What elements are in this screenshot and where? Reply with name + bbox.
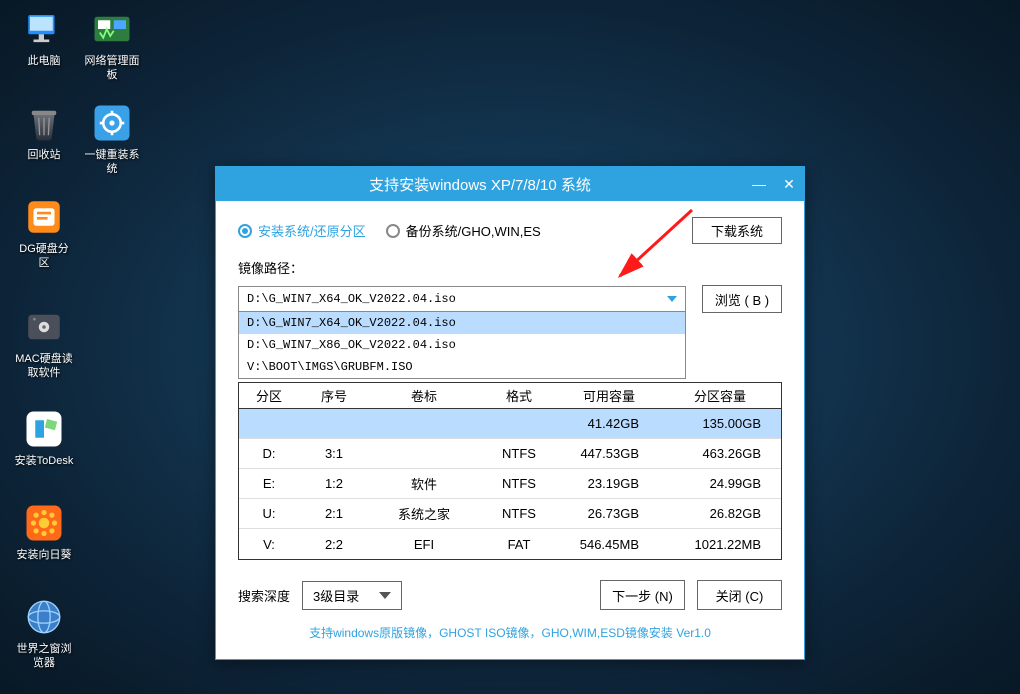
browse-button[interactable]: 浏览 ( B ) <box>702 285 782 313</box>
desktop-icon-recycle[interactable]: 回收站 <box>14 102 74 162</box>
combo-value: D:\G_WIN7_X64_OK_V2022.04.iso <box>247 292 456 306</box>
table-row[interactable]: D: 3:1 NTFS 447.53GB 463.26GB <box>239 439 781 469</box>
recycle-icon <box>23 102 65 144</box>
close-button[interactable]: ✕ <box>774 167 804 201</box>
table-row[interactable]: V: 2:2 EFI FAT 546.45MB 1021.22MB <box>239 529 781 559</box>
titlebar[interactable]: 支持安装windows XP/7/8/10 系统 — ✕ <box>216 167 804 201</box>
download-button[interactable]: 下载系统 <box>692 217 782 244</box>
mac-icon <box>23 306 65 348</box>
iso-path-dropdown[interactable]: D:\G_WIN7_X64_OK_V2022.04.isoD:\G_WIN7_X… <box>238 312 686 379</box>
table-header-cell: 序号 <box>299 386 369 405</box>
radio-dot-icon <box>386 224 400 238</box>
desktop-icon-dg[interactable]: DG硬盘分区 <box>14 196 74 270</box>
search-depth-label: 搜索深度 <box>238 586 290 605</box>
desktop-icon-computer[interactable]: 此电脑 <box>14 8 74 68</box>
footer-text: 支持windows原版镜像，GHOST ISO镜像，GHO,WIM,ESD镜像安… <box>238 624 782 641</box>
minimize-button[interactable]: — <box>744 167 774 201</box>
partition-table: 分区序号卷标格式可用容量分区容量 C: 2:3 NTFS 41.42GB 135… <box>238 382 782 560</box>
icon-label: 网络管理面板 <box>82 54 142 82</box>
icon-label: MAC硬盘读取软件 <box>14 352 74 380</box>
chevron-down-icon <box>379 592 391 599</box>
window-title: 支持安装windows XP/7/8/10 系统 <box>216 174 744 195</box>
desktop-icon-mac[interactable]: MAC硬盘读取软件 <box>14 306 74 380</box>
desktop-icon-reinstall[interactable]: 一键重装系统 <box>82 102 142 176</box>
dg-icon <box>23 196 65 238</box>
icon-label: 此电脑 <box>14 54 74 68</box>
computer-icon <box>23 8 65 50</box>
table-header-cell: 卷标 <box>369 386 479 405</box>
desktop-icon-network[interactable]: 网络管理面板 <box>82 8 142 82</box>
browser-icon <box>23 596 65 638</box>
table-header-cell: 可用容量 <box>559 386 659 405</box>
icon-label: DG硬盘分区 <box>14 242 74 270</box>
icon-label: 安装ToDesk <box>14 454 74 468</box>
installer-dialog: 支持安装windows XP/7/8/10 系统 — ✕ 安装系统/还原分区 备… <box>215 166 805 660</box>
desktop-icon-browser[interactable]: 世界之窗浏览器 <box>14 596 74 670</box>
chevron-down-icon <box>667 296 677 302</box>
network-icon <box>91 8 133 50</box>
dropdown-option[interactable]: D:\G_WIN7_X64_OK_V2022.04.iso <box>239 312 685 334</box>
radio-dot-icon <box>238 224 252 238</box>
icon-label: 世界之窗浏览器 <box>14 642 74 670</box>
table-row[interactable]: E: 1:2 软件 NTFS 23.19GB 24.99GB <box>239 469 781 499</box>
desktop-icon-todesk[interactable]: 安装ToDesk <box>14 408 74 468</box>
table-header-cell: 分区 <box>239 386 299 405</box>
path-label: 镜像路径： <box>238 258 782 277</box>
iso-path-combobox[interactable]: D:\G_WIN7_X64_OK_V2022.04.iso <box>238 286 686 312</box>
todesk-icon <box>23 408 65 450</box>
dropdown-option[interactable]: V:\BOOT\IMGS\GRUBFM.ISO <box>239 356 685 378</box>
table-header-row: 分区序号卷标格式可用容量分区容量 <box>239 383 781 409</box>
install-radio[interactable]: 安装系统/还原分区 <box>238 221 366 240</box>
next-button[interactable]: 下一步 (N) <box>600 580 685 610</box>
icon-label: 安装向日葵 <box>14 548 74 562</box>
sunflower-icon <box>23 502 65 544</box>
cancel-button[interactable]: 关闭 (C) <box>697 580 782 610</box>
table-header-cell: 分区容量 <box>659 386 781 405</box>
desktop-icon-sunflower[interactable]: 安装向日葵 <box>14 502 74 562</box>
table-row[interactable]: C: 2:3 NTFS 41.42GB 135.00GB <box>239 409 781 439</box>
dropdown-option[interactable]: D:\G_WIN7_X86_OK_V2022.04.iso <box>239 334 685 356</box>
backup-radio[interactable]: 备份系统/GHO,WIN,ES <box>386 221 541 240</box>
table-row[interactable]: U: 2:1 系统之家 NTFS 26.73GB 26.82GB <box>239 499 781 529</box>
search-depth-select[interactable]: 3级目录 <box>302 581 402 610</box>
table-header-cell: 格式 <box>479 386 559 405</box>
icon-label: 一键重装系统 <box>82 148 142 176</box>
reinstall-icon <box>91 102 133 144</box>
icon-label: 回收站 <box>14 148 74 162</box>
